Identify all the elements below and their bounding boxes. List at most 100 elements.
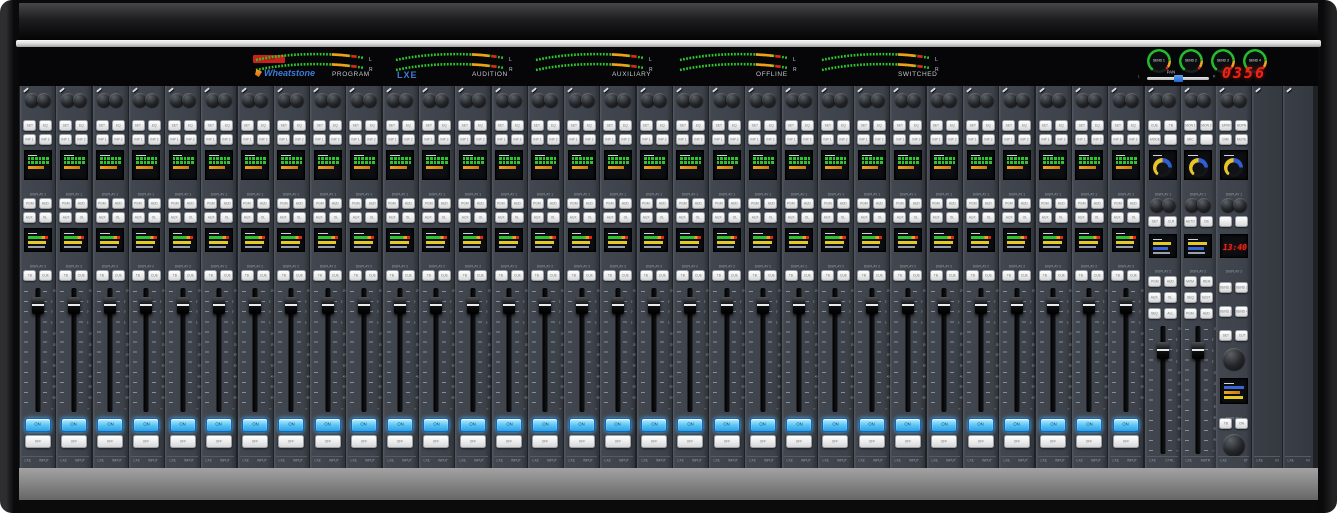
button-set[interactable]: SET — [603, 120, 616, 131]
button-pgm[interactable]: PGM — [1148, 276, 1161, 287]
button-aux[interactable]: AUX — [748, 212, 761, 223]
button-aud[interactable]: AUD — [946, 198, 959, 209]
button-pgm[interactable]: PGM — [531, 198, 544, 209]
channel-off-button[interactable]: OFF — [786, 435, 812, 448]
encoder-knob-pair[interactable] — [1145, 198, 1180, 212]
channel-on-button[interactable]: ON — [605, 418, 631, 432]
button-set[interactable]: SET — [748, 120, 761, 131]
fader-handle[interactable] — [1120, 297, 1132, 314]
pan-slider-thumb[interactable] — [1174, 75, 1183, 82]
channel-on-button[interactable]: ON — [496, 418, 522, 432]
encoder-knob[interactable] — [109, 93, 123, 107]
button-aux[interactable]: AUX — [676, 212, 689, 223]
button-eq[interactable]: EQ — [728, 120, 741, 131]
channel-off-button[interactable]: OFF — [1113, 435, 1139, 448]
button-ol[interactable]: OL — [728, 212, 741, 223]
button-inp-2[interactable]: INP 2 — [619, 134, 632, 145]
button-ol[interactable]: OL — [619, 212, 632, 223]
button-set[interactable]: SET — [1111, 120, 1124, 131]
button-mon-2[interactable]: MON 2 — [1200, 120, 1213, 131]
fader-handle[interactable] — [829, 297, 841, 314]
button-send-4[interactable]: SEND 4 — [1235, 306, 1248, 317]
button-aux[interactable]: AUX — [966, 212, 979, 223]
button-ol[interactable]: OL — [1127, 212, 1140, 223]
button-inp-1[interactable]: INP 1 — [458, 134, 471, 145]
button-aud[interactable]: AUD — [728, 198, 741, 209]
button-inp-2[interactable]: INP 2 — [982, 134, 995, 145]
channel-on-button[interactable]: ON — [859, 418, 885, 432]
button-send-3[interactable]: SEND 3 — [1219, 306, 1232, 317]
button-eq[interactable]: EQ — [511, 120, 524, 131]
button-pgm[interactable]: PGM — [458, 198, 471, 209]
channel-fader[interactable]: 1050510152030405060∞ — [890, 288, 925, 412]
button-tb[interactable]: TB — [785, 270, 798, 281]
button-ol[interactable]: OL — [1055, 212, 1068, 223]
button-tb[interactable]: TB — [386, 270, 399, 281]
button-aux[interactable]: AUX — [23, 212, 36, 223]
button-set[interactable]: SET — [1039, 120, 1052, 131]
button-cue[interactable]: CUE — [184, 270, 197, 281]
button-tb[interactable]: TB — [567, 270, 580, 281]
button-set[interactable]: SET — [422, 120, 435, 131]
channel-on-button[interactable]: ON — [61, 418, 87, 432]
channel-on-button[interactable]: ON — [968, 418, 994, 432]
channel-off-button[interactable]: OFF — [170, 435, 196, 448]
button-set[interactable]: SET — [785, 120, 798, 131]
channel-off-button[interactable]: OFF — [206, 435, 232, 448]
button-inp-1[interactable]: INP 1 — [640, 134, 653, 145]
button-ol[interactable]: OL — [946, 212, 959, 223]
button-aud[interactable]: AUD — [474, 198, 487, 209]
button-cue[interactable]: CUE — [909, 270, 922, 281]
button-aux[interactable]: AUX — [458, 212, 471, 223]
button-cue[interactable]: CUE — [946, 270, 959, 281]
button-inp-2[interactable]: INP 2 — [402, 134, 415, 145]
button-pgm[interactable]: PGM — [241, 198, 254, 209]
button-aux[interactable]: AUX — [277, 212, 290, 223]
encoder-knob[interactable] — [1016, 93, 1030, 107]
channel-on-button[interactable]: ON — [206, 418, 232, 432]
button-inp-1[interactable]: INP 1 — [1039, 134, 1052, 145]
channel-on-button[interactable]: ON — [133, 418, 159, 432]
encoder-knob-pair[interactable] — [782, 93, 817, 107]
channel-fader[interactable]: 1050510152030405060∞ — [600, 288, 635, 412]
encoder-knob[interactable] — [1197, 93, 1211, 107]
channel-fader[interactable]: 1050510152030405060∞ — [963, 288, 998, 412]
button-inp-1[interactable]: INP 1 — [132, 134, 145, 145]
button-inp-1[interactable]: INP 1 — [603, 134, 616, 145]
button-inp-1[interactable]: INP 1 — [1111, 134, 1124, 145]
button-aud[interactable]: AUD — [329, 198, 342, 209]
fader-handle[interactable] — [394, 297, 406, 314]
button-set[interactable]: SET — [567, 120, 580, 131]
channel-off-button[interactable]: OFF — [822, 435, 848, 448]
encoder-knob[interactable] — [943, 93, 957, 107]
button-aud[interactable]: AUD — [619, 198, 632, 209]
channel-fader[interactable]: 1050510152030405060∞ — [165, 288, 200, 412]
button-aud[interactable]: AUD — [1164, 276, 1177, 287]
button-eq[interactable]: EQ — [909, 120, 922, 131]
button-pgm[interactable]: PGM — [893, 198, 906, 209]
button-tb[interactable]: TB — [531, 270, 544, 281]
fader-handle[interactable] — [430, 297, 442, 314]
button-dim[interactable]: DIM — [1219, 134, 1232, 145]
button-pgm[interactable]: PGM — [386, 198, 399, 209]
channel-on-button[interactable]: ON — [750, 418, 776, 432]
button-ol[interactable]: OL — [692, 212, 705, 223]
button-inp-1[interactable]: INP 1 — [930, 134, 943, 145]
button-tb[interactable]: TB — [748, 270, 761, 281]
button-inp-2[interactable]: INP 2 — [257, 134, 270, 145]
encoder-knob-pair[interactable] — [564, 93, 599, 107]
button-aud[interactable]: AUD — [112, 198, 125, 209]
button-inp-1[interactable]: INP 1 — [59, 134, 72, 145]
button-inp-2[interactable]: INP 2 — [1055, 134, 1068, 145]
button-tb[interactable]: TB — [458, 270, 471, 281]
button-eq[interactable]: EQ — [583, 120, 596, 131]
fader-handle[interactable] — [68, 297, 80, 314]
channel-on-button[interactable]: ON — [315, 418, 341, 432]
button-set[interactable]: SET — [277, 120, 290, 131]
channel-on-button[interactable]: ON — [25, 418, 51, 432]
button-eq[interactable]: EQ — [112, 120, 125, 131]
button-ol[interactable]: OL — [474, 212, 487, 223]
encoder-knob-pair[interactable] — [745, 93, 780, 107]
fader-handle[interactable] — [576, 297, 588, 314]
button-aud[interactable]: AUD — [1200, 308, 1213, 319]
